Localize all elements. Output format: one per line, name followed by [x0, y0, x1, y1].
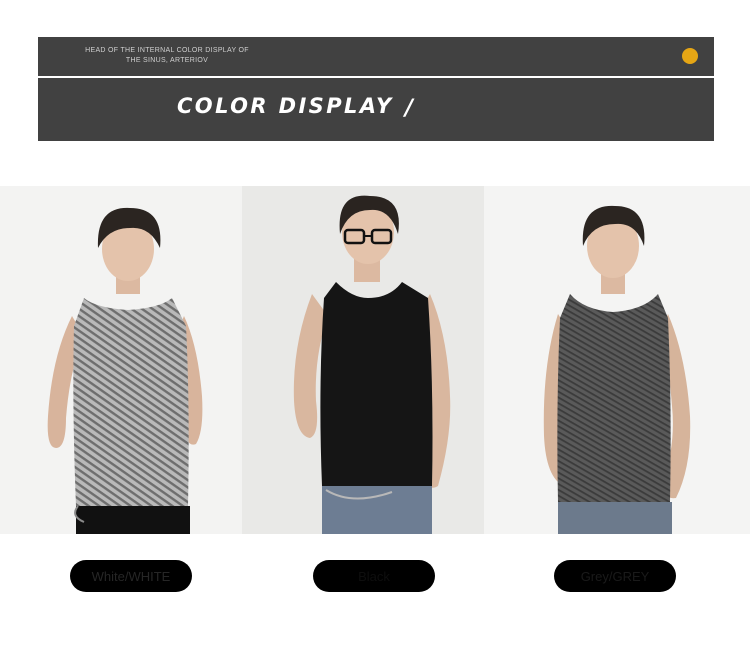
color-option-white[interactable]: White/WHITE — [70, 560, 192, 592]
section-title: COLOR DISPLAY — [177, 94, 394, 118]
accent-dot — [682, 48, 698, 64]
product-photo-white — [0, 186, 242, 534]
product-photo-grey — [484, 186, 750, 534]
color-option-black[interactable]: Black — [313, 560, 435, 592]
title-slash: / — [405, 96, 414, 121]
color-option-grey[interactable]: Grey/GREY — [554, 560, 676, 592]
product-photo-black — [242, 186, 484, 534]
header-subtitle: HEAD OF THE INTERNAL COLOR DISPLAY OF TH… — [85, 47, 249, 64]
product-color-page: HEAD OF THE INTERNAL COLOR DISPLAY OF TH… — [0, 0, 750, 648]
